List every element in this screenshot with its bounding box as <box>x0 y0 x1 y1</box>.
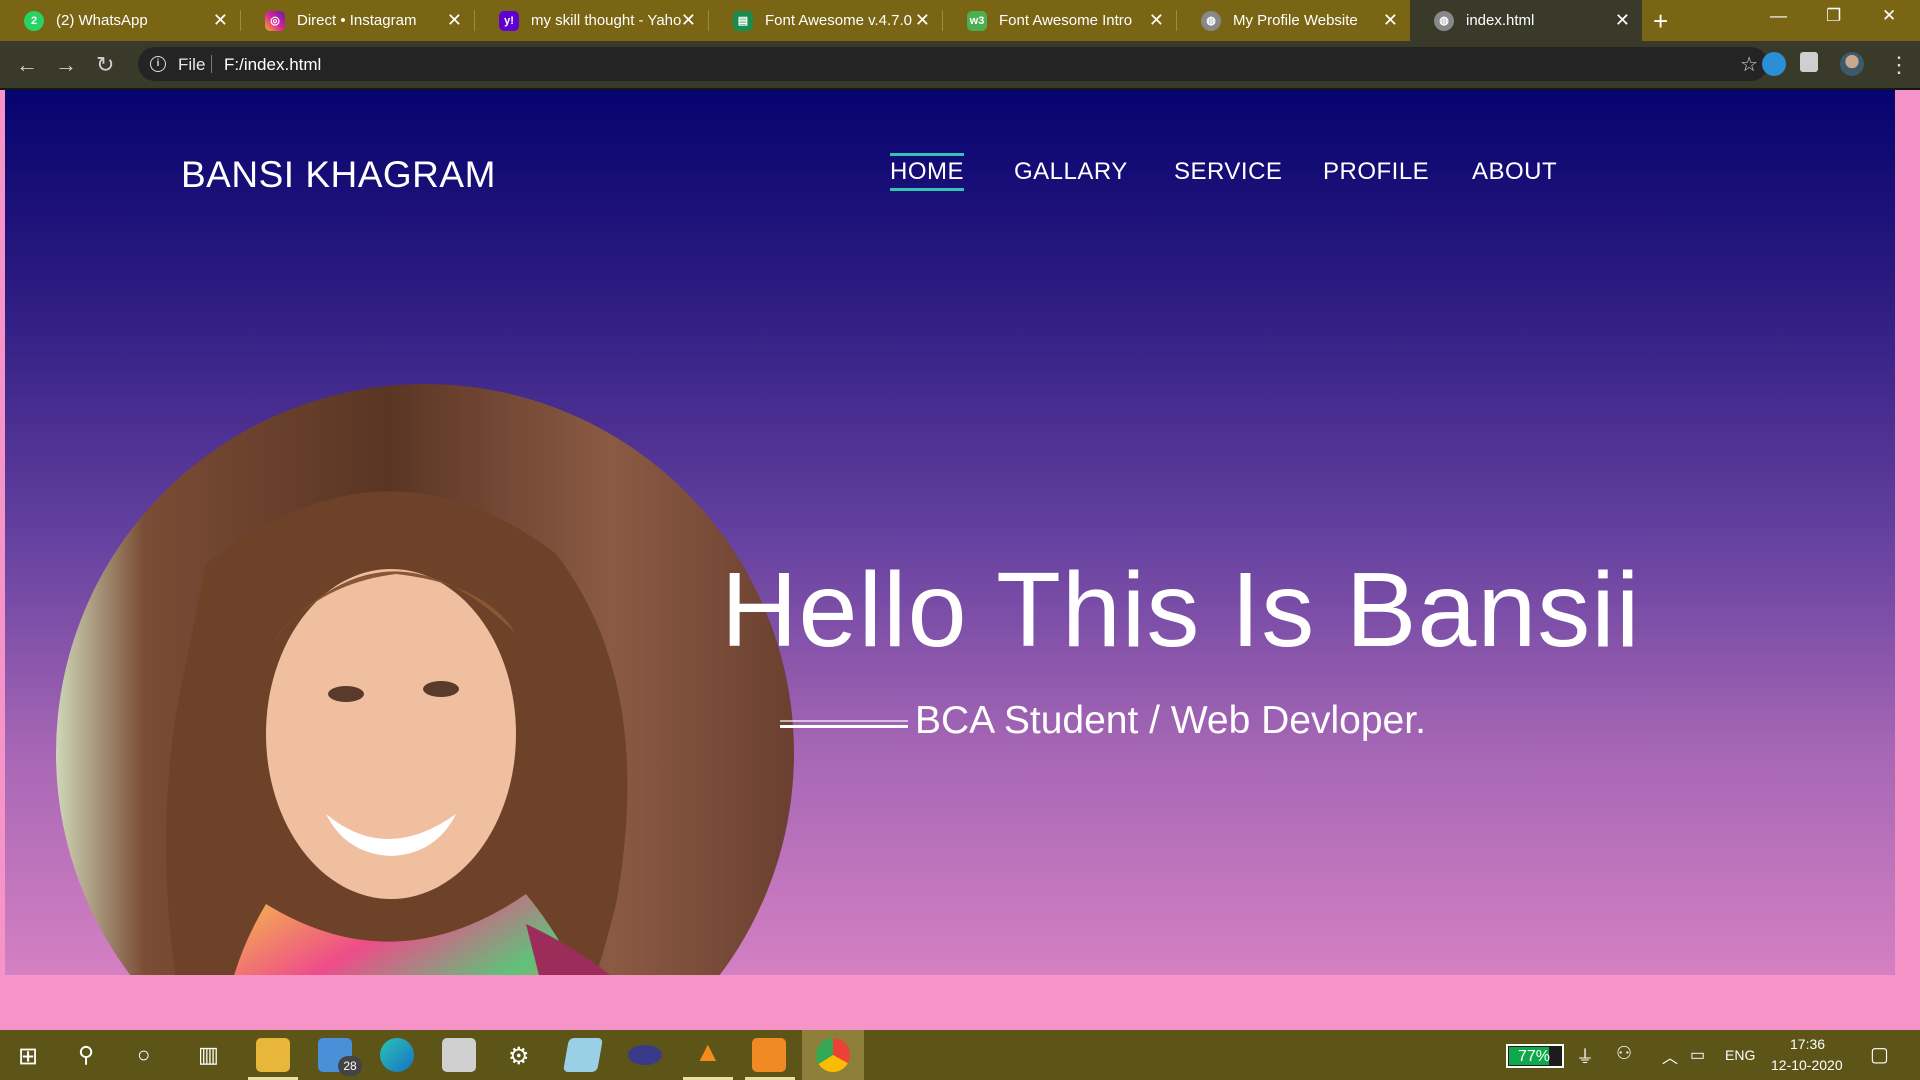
scheme-label: File <box>178 55 206 74</box>
page-hero: BANSI KHAGRAM HOME GALLARY SERVICE PROFI… <box>5 90 1895 975</box>
tab-font-awesome-intro[interactable]: w3 Font Awesome Intro ✕ <box>943 0 1176 41</box>
instagram-icon: ◎ <box>265 10 285 31</box>
reload-button[interactable]: ↻ <box>96 52 114 78</box>
globe-icon: ◍ <box>1434 10 1454 31</box>
extensions-puzzle-icon[interactable] <box>1800 52 1818 72</box>
close-tab-icon[interactable]: ✕ <box>1615 10 1630 31</box>
globe-icon: ◍ <box>1201 10 1221 31</box>
nav-about[interactable]: ABOUT <box>1472 158 1557 186</box>
tab-title: Font Awesome Intro <box>999 12 1133 29</box>
minimize-button[interactable]: — <box>1770 6 1787 26</box>
cortana-icon[interactable]: ○ <box>137 1042 150 1068</box>
restore-button[interactable]: ❐ <box>1826 6 1841 26</box>
portrait-illustration <box>56 384 794 975</box>
extension-search-icon[interactable] <box>1762 52 1786 76</box>
show-hidden-icons-chevron-icon[interactable]: ︿ <box>1662 1044 1678 1068</box>
close-tab-icon[interactable]: ✕ <box>681 10 696 31</box>
edge-icon[interactable] <box>380 1038 414 1072</box>
tab-instagram[interactable]: ◎ Direct • Instagram ✕ <box>241 0 474 41</box>
yahoo-icon: y! <box>499 10 519 31</box>
profile-portrait <box>56 384 794 975</box>
tab-my-profile[interactable]: ◍ My Profile Website ✕ <box>1177 0 1410 41</box>
clock-date[interactable]: 12-10-2020 <box>1771 1057 1843 1073</box>
tab-title: Direct • Instagram <box>297 12 417 29</box>
tab-title: my skill thought - Yaho <box>531 12 682 29</box>
nav-home[interactable]: HOME <box>890 153 964 191</box>
close-tab-icon[interactable]: ✕ <box>213 10 228 31</box>
language-indicator[interactable]: ENG <box>1725 1047 1755 1063</box>
hero-heading: Hello This Is Bansii <box>721 551 1641 669</box>
tab-title: index.html <box>1466 12 1535 29</box>
battery-tray-icon[interactable]: ▭ <box>1690 1045 1705 1065</box>
close-tab-icon[interactable]: ✕ <box>915 10 930 31</box>
vlc-icon[interactable]: ▲ <box>694 1036 722 1068</box>
profile-avatar[interactable] <box>1840 52 1864 76</box>
hero-subtitle: BCA Student / Web Devloper. <box>915 699 1426 742</box>
battery-indicator[interactable]: 77% <box>1506 1044 1564 1068</box>
info-icon[interactable]: i <box>150 56 166 72</box>
close-tab-icon[interactable]: ✕ <box>447 10 462 31</box>
file-explorer-icon[interactable] <box>256 1038 290 1072</box>
notes-icon[interactable] <box>563 1038 603 1072</box>
tab-title: (2) WhatsApp <box>56 12 148 29</box>
w3schools-icon: w3 <box>967 10 987 31</box>
tab-yahoo[interactable]: y! my skill thought - Yaho ✕ <box>475 0 708 41</box>
browser-toolbar: ← → ↻ i File F:/index.html ☆ ⋮ <box>0 41 1920 90</box>
new-tab-button[interactable]: + <box>1653 6 1668 37</box>
tab-font-awesome[interactable]: ▤ Font Awesome v.4.7.0 | ✕ <box>709 0 942 41</box>
sublime-text-icon[interactable] <box>752 1038 786 1072</box>
people-icon[interactable]: ⚇ <box>1616 1043 1632 1064</box>
plug-icon: ⏚ <box>1576 1047 1594 1067</box>
infinity-app-icon[interactable] <box>628 1045 662 1065</box>
address-bar[interactable]: i File F:/index.html ☆ <box>138 47 1768 81</box>
subtitle-decorative-line <box>780 720 908 728</box>
bookmark-star-icon[interactable]: ☆ <box>1740 52 1758 77</box>
close-tab-icon[interactable]: ✕ <box>1149 10 1164 31</box>
store-icon[interactable] <box>442 1038 476 1072</box>
settings-gear-icon[interactable]: ⚙ <box>508 1042 530 1071</box>
tab-title: Font Awesome v.4.7.0 | <box>765 12 917 29</box>
task-view-icon[interactable]: ▥ <box>198 1042 219 1068</box>
nav-service[interactable]: SERVICE <box>1174 158 1282 186</box>
document-icon: ▤ <box>733 10 753 31</box>
tab-index-html[interactable]: ◍ index.html ✕ <box>1410 0 1642 41</box>
windows-taskbar: ⊞ ⚲ ○ ▥ 28 ⚙ ▲ 77% ⏚ ⚇ ︿ ▭ ENG 17:36 12-… <box>0 1030 1920 1080</box>
browser-tab-strip: 2 (2) WhatsApp ✕ ◎ Direct • Instagram ✕ … <box>0 0 1920 41</box>
windows-start-icon[interactable]: ⊞ <box>18 1042 38 1071</box>
notification-center-icon[interactable]: ▢ <box>1870 1042 1889 1067</box>
address-divider <box>211 55 212 73</box>
tab-title: My Profile Website <box>1233 12 1358 29</box>
nav-gallary[interactable]: GALLARY <box>1014 158 1128 186</box>
mail-badge: 28 <box>338 1056 362 1076</box>
battery-percent: 77% <box>1517 1048 1551 1065</box>
forward-button[interactable]: → <box>55 52 77 78</box>
close-tab-icon[interactable]: ✕ <box>1383 10 1398 31</box>
clock-time[interactable]: 17:36 <box>1790 1036 1825 1052</box>
whatsapp-icon: 2 <box>24 10 44 31</box>
close-window-button[interactable]: ✕ <box>1882 6 1896 26</box>
url-text[interactable]: F:/index.html <box>224 55 321 75</box>
site-brand[interactable]: BANSI KHAGRAM <box>181 154 496 196</box>
nav-profile[interactable]: PROFILE <box>1323 158 1429 186</box>
search-icon[interactable]: ⚲ <box>78 1042 94 1068</box>
menu-kebab-icon[interactable]: ⋮ <box>1888 52 1910 78</box>
chrome-icon[interactable] <box>816 1038 850 1072</box>
tab-whatsapp[interactable]: 2 (2) WhatsApp ✕ <box>0 0 240 41</box>
back-button[interactable]: ← <box>16 52 38 78</box>
